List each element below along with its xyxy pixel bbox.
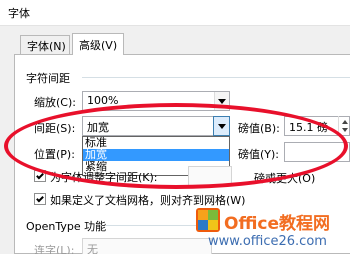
scale-label: 缩放(C): <box>34 96 76 109</box>
scale-value: 100% <box>87 94 119 107</box>
spacing-by-label: 磅值(B): <box>238 122 280 135</box>
snap-grid-checkbox[interactable] <box>34 193 46 205</box>
tab-font-label: 字体(N) <box>27 40 66 53</box>
kerning-label: 为字体调整字间距(K): <box>50 171 158 184</box>
tab-font[interactable]: 字体(N) <box>20 35 70 54</box>
ligatures-label: 连字(L): <box>34 244 75 254</box>
group-divider <box>82 77 350 78</box>
char-spacing-group-label: 字符间距 <box>26 72 70 85</box>
tab-advanced-label: 高级(V) <box>79 39 118 52</box>
spin-down-icon <box>342 128 348 132</box>
title-bar: 字体 <box>0 0 350 26</box>
spacing-dropdown[interactable]: 加宽 <box>82 116 230 136</box>
chevron-down-icon <box>218 98 226 104</box>
ligatures-dropdown[interactable]: 无 <box>82 238 212 254</box>
spacing-label: 间距(S): <box>34 122 76 135</box>
spacing-by-spinner[interactable] <box>338 116 350 136</box>
scale-dropdown-button[interactable] <box>214 92 229 110</box>
kerning-checkbox[interactable] <box>34 170 46 182</box>
window-title: 字体 <box>8 7 30 20</box>
spin-up-icon <box>342 120 348 124</box>
watermark: Office教程网 www.office26.com <box>196 204 350 254</box>
spacing-value: 加宽 <box>87 121 109 134</box>
checkmark-icon <box>36 194 44 202</box>
position-by-label: 磅值(Y): <box>238 148 280 161</box>
checkmark-icon <box>36 171 44 179</box>
watermark-title: Office教程网 <box>224 214 331 234</box>
opentype-group-label: OpenType 功能 <box>26 220 107 233</box>
spacing-dropdown-button[interactable] <box>213 116 230 136</box>
chevron-down-icon <box>217 123 226 129</box>
spacing-by-value: 15.1 磅 <box>289 121 328 134</box>
position-label: 位置(P): <box>34 148 75 161</box>
office-logo-icon <box>196 208 220 232</box>
kerning-suffix: 磅或更大(O) <box>254 172 316 185</box>
position-by-input[interactable] <box>284 142 350 162</box>
watermark-url: www.office26.com <box>208 234 327 249</box>
ligatures-value: 无 <box>87 243 98 254</box>
kerning-size-input[interactable] <box>188 166 232 186</box>
scale-dropdown[interactable]: 100% <box>82 91 230 111</box>
tab-advanced[interactable]: 高级(V) <box>72 33 124 55</box>
